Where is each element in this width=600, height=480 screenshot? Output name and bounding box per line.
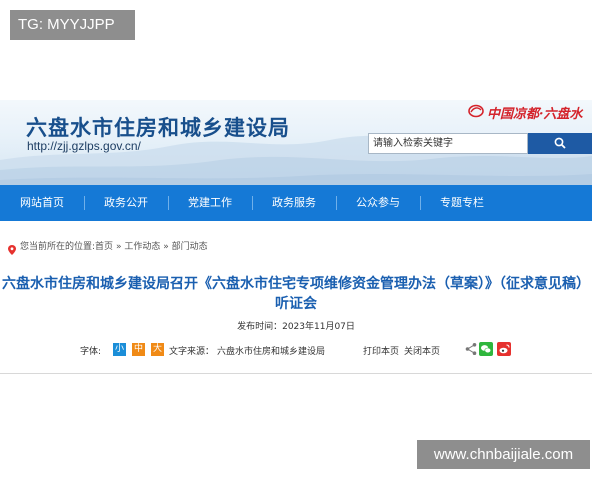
publish-date-label: 发布时间： (237, 322, 283, 332)
nav-item-government-services[interactable]: 政务服务 (272, 185, 316, 221)
breadcrumb-separator: » (115, 242, 122, 252)
website-screenshot: 六盘水市住房和城乡建设局 http://zjj.gzlps.gov.cn/ 中国… (0, 100, 592, 378)
breadcrumb-link-work-news[interactable]: 工作动态 (124, 242, 160, 252)
source-label: 文字来源： (169, 347, 215, 357)
weibo-icon[interactable] (497, 342, 511, 359)
nav-divider (336, 196, 337, 210)
source-value: 六盘水市住房和城乡建设局 (217, 347, 326, 357)
nav-divider (168, 196, 169, 210)
nav-divider (252, 196, 253, 210)
breadcrumb-prefix: 您当前所在的位置: (20, 242, 96, 252)
nav-item-public-participation[interactable]: 公众参与 (356, 185, 400, 221)
brand-logo[interactable]: 中国凉都·六盘水 (468, 102, 583, 122)
search-button[interactable] (528, 133, 592, 154)
logo-mark-icon (468, 103, 484, 122)
print-page-link[interactable]: 打印本页 (363, 344, 399, 357)
publish-date-value: 2023年11月07日 (282, 322, 355, 332)
share-icon[interactable] (465, 342, 477, 359)
article-toolbar: 字体: 小 中 大 文字来源： 六盘水市住房和城乡建设局 打印本页 关闭本页 (0, 341, 592, 359)
tg-tag: TG: MYYJJPP (10, 10, 135, 40)
font-size-label: 字体: (80, 347, 102, 357)
nav-item-special-topics[interactable]: 专题专栏 (440, 185, 484, 221)
main-nav: 网站首页 政务公开 党建工作 政务服务 公众参与 专题专栏 (0, 185, 592, 221)
site-url: http://zjj.gzlps.gov.cn/ (27, 139, 141, 153)
publish-date: 发布时间：2023年11月07日 (0, 319, 592, 332)
font-size-small-button[interactable]: 小 (113, 343, 126, 356)
nav-divider (84, 196, 85, 210)
breadcrumb-link-home[interactable]: 首页 (95, 242, 113, 252)
wechat-icon[interactable] (479, 342, 493, 359)
article-title: 六盘水市住房和城乡建设局召开《六盘水市住宅专项维修资金管理办法（草案）》（征求意… (2, 276, 590, 312)
nav-divider (420, 196, 421, 210)
logo-text: 中国凉都·六盘水 (487, 106, 583, 122)
site-title: 六盘水市住房和城乡建设局 (26, 116, 290, 140)
font-size-medium-button[interactable]: 中 (132, 343, 145, 356)
site-search (368, 133, 592, 154)
close-page-link[interactable]: 关闭本页 (404, 344, 440, 357)
search-icon (554, 134, 566, 153)
breadcrumb-trail: 您当前所在的位置:首页 » 工作动态 » 部门动态 (20, 236, 208, 258)
nav-item-home[interactable]: 网站首页 (20, 185, 64, 221)
location-pin-icon (8, 242, 16, 264)
font-size-large-button[interactable]: 大 (151, 343, 164, 356)
site-watermark: www.chnbaijiale.com (417, 440, 590, 469)
breadcrumb-link-department-news[interactable]: 部门动态 (172, 242, 208, 252)
breadcrumb-separator: » (163, 242, 169, 252)
content-divider (0, 373, 592, 374)
search-input[interactable] (368, 133, 528, 154)
breadcrumb: 您当前所在的位置:首页 » 工作动态 » 部门动态 (0, 236, 592, 258)
nav-item-party-building[interactable]: 党建工作 (188, 185, 232, 221)
nav-item-government-affairs[interactable]: 政务公开 (104, 185, 148, 221)
site-header-banner: 六盘水市住房和城乡建设局 http://zjj.gzlps.gov.cn/ 中国… (0, 100, 592, 185)
